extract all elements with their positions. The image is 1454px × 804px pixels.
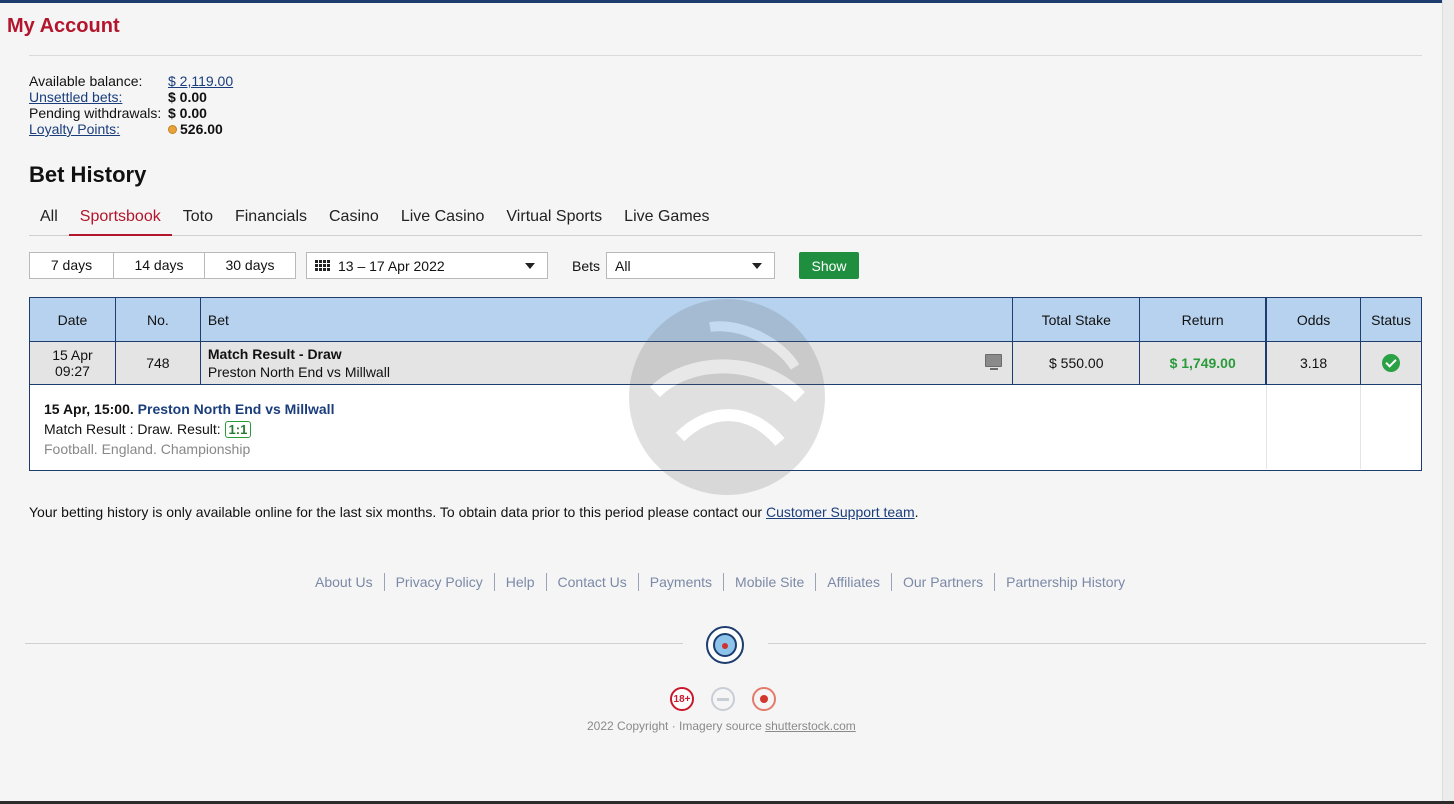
history-note: Your betting history is only available o… [29,504,919,520]
detail-category: Football. England. Championship [44,441,251,457]
tab-virtual-sports[interactable]: Virtual Sports [495,205,613,236]
detail-when: 15 Apr, 15:00. [44,401,134,417]
loyalty-points-link[interactable]: Loyalty Points: [29,121,168,137]
top-accent-bar [0,0,1454,3]
show-button[interactable]: Show [799,252,860,279]
tab-all[interactable]: All [29,205,69,236]
detail-score-badge: 1:1 [224,421,252,438]
footer-links: About Us Privacy Policy Help Contact Us … [304,573,1136,591]
row-bet-title: Match Result - Draw [207,346,342,362]
period-selector: 7 days 14 days 30 days [29,252,296,279]
loyalty-points-value: 526.00 [168,121,223,137]
unsettled-bets-link[interactable]: Unsettled bets: [29,89,168,105]
loyalty-points-number: 526.00 [180,121,223,137]
tab-financials[interactable]: Financials [224,205,318,236]
footer-link-payments[interactable]: Payments [639,573,725,591]
title-divider [29,55,1422,56]
footer-link-our-partners[interactable]: Our Partners [892,573,996,591]
row-status [1361,342,1421,384]
header-no: No. [116,298,201,341]
footer-link-affiliates[interactable]: Affiliates [816,573,892,591]
copyright-text: 2022 Copyright · Imagery source [587,719,762,733]
copyright: 2022 Copyright · Imagery source shutters… [587,719,856,733]
period-14-days-button[interactable]: 14 days [114,253,205,278]
section-title: Bet History [29,162,147,187]
tab-live-games[interactable]: Live Games [613,205,720,236]
detail-spacer [1267,385,1361,469]
header-return: Return [1140,298,1268,341]
footer-link-help[interactable]: Help [495,573,547,591]
available-balance-label: Available balance: [29,73,143,89]
age-18-icon[interactable]: 18+ [670,687,694,711]
row-return: $ 1,749.00 [1140,342,1268,384]
shutterstock-link[interactable]: shutterstock.com [765,719,856,733]
footer-link-mobile-site[interactable]: Mobile Site [724,573,817,591]
pending-withdrawals-value: $ 0.00 [168,105,207,121]
bet-detail-main: 15 Apr, 15:00. Preston North End vs Mill… [30,385,1267,469]
coin-icon [168,125,177,134]
tab-live-casino[interactable]: Live Casino [390,205,496,236]
scrollbar[interactable] [1442,0,1454,804]
available-balance-link[interactable]: $ 2,119.00 [168,73,233,89]
bet-history-tabs: All Sportsbook Toto Financials Casino Li… [29,205,1422,236]
header-date: Date [30,298,116,341]
table-row[interactable]: 15 Apr 09:27 748 Match Result - Draw Pre… [30,342,1421,385]
footer-link-privacy-policy[interactable]: Privacy Policy [385,573,495,591]
unsettled-bets-value: $ 0.00 [168,89,207,105]
row-date: 15 Apr [52,347,93,363]
detail-result-text: Match Result : Draw. Result: [44,421,221,437]
bet-history-table: Date No. Bet Total Stake Return Odds Sta… [29,297,1422,471]
pending-withdrawals-label: Pending withdrawals: [29,105,162,121]
balance-summary: Available balance: $ 2,119.00 Unsettled … [29,73,233,137]
detail-event-link[interactable]: Preston North End vs Millwall [138,401,335,417]
table-header: Date No. Bet Total Stake Return Odds Sta… [30,298,1421,342]
header-status: Status [1371,311,1411,328]
customer-support-link[interactable]: Customer Support team [766,504,915,520]
footer-link-contact-us[interactable]: Contact Us [547,573,639,591]
footer-divider [25,643,683,644]
row-time: 09:27 [54,363,90,379]
footer-link-about-us[interactable]: About Us [304,573,385,591]
history-note-text: Your betting history is only available o… [29,504,763,520]
date-range-select[interactable]: 13 – 17 Apr 2022 [306,252,548,279]
period-7-days-button[interactable]: 7 days [30,253,114,278]
row-bet-cell: Match Result - Draw Preston North End vs… [201,342,1014,384]
bet-detail: 15 Apr, 15:00. Preston North End vs Mill… [30,385,1421,469]
footer-divider [768,643,1426,644]
row-number: 748 [116,342,201,384]
row-bet-event: Preston North End vs Millwall [207,364,390,380]
date-range-value: 13 – 17 Apr 2022 [338,257,445,274]
header-total-stake: Total Stake [1013,298,1141,341]
tab-toto[interactable]: Toto [172,205,224,236]
row-stake: $ 550.00 [1013,342,1141,384]
filter-bar: 7 days 14 days 30 days 13 – 17 Apr 2022 … [29,252,860,279]
period-30-days-button[interactable]: 30 days [205,253,295,278]
responsible-gaming-icon[interactable] [711,687,735,711]
club-crest-icon[interactable] [706,626,744,664]
tv-icon[interactable] [985,354,1003,370]
row-date-cell: 15 Apr 09:27 [30,342,116,384]
header-bet: Bet [201,298,1014,341]
bets-filter-label: Bets [572,257,601,274]
bets-type-value: All [615,257,631,274]
footer-link-partnership-history[interactable]: Partnership History [995,573,1136,591]
bets-type-select[interactable]: All [606,252,776,279]
tab-casino[interactable]: Casino [318,205,390,236]
calendar-icon [315,260,330,271]
caret-down-icon [752,263,763,269]
detail-spacer [1361,385,1421,469]
row-odds: 3.18 [1267,342,1362,384]
gamcare-icon[interactable] [752,687,776,711]
header-odds: Odds [1267,298,1362,341]
compliance-badges: 18+ [670,687,776,711]
history-note-end: . [914,504,919,520]
tab-sportsbook[interactable]: Sportsbook [68,205,172,236]
caret-down-icon [525,263,535,269]
check-circle-icon [1382,354,1401,372]
page-title: My Account [7,15,120,37]
